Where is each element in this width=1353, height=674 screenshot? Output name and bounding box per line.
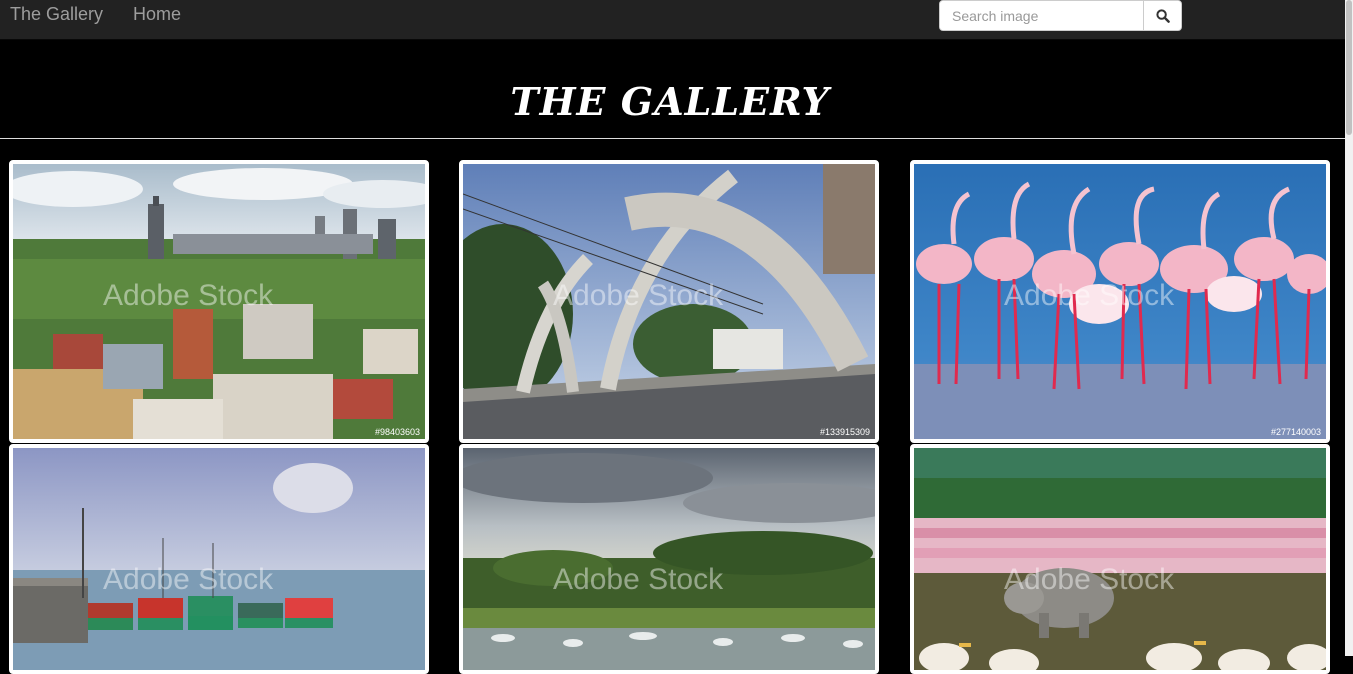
watermark: Adobe Stock bbox=[553, 563, 724, 596]
gallery-card[interactable]: Adobe Stock bbox=[910, 444, 1330, 674]
watermark: Adobe Stock bbox=[103, 563, 274, 596]
navbar: The Gallery Home bbox=[0, 0, 1345, 40]
image-id: #133915309 bbox=[819, 427, 870, 437]
gallery-card[interactable]: Adobe Stock bbox=[459, 444, 879, 674]
watermark: Adobe Stock bbox=[1004, 563, 1175, 596]
scrollbar-thumb[interactable] bbox=[1346, 0, 1352, 135]
page-header: THE GALLERY bbox=[0, 40, 1345, 139]
image-id: #98403603 bbox=[374, 427, 420, 437]
image-id: #277140003 bbox=[1270, 427, 1321, 437]
nav-home-link[interactable]: Home bbox=[133, 3, 181, 25]
tusks-monument-image[interactable]: Adobe Stock #133915309 bbox=[463, 164, 875, 439]
fishing-boats-image[interactable]: Adobe Stock bbox=[13, 448, 425, 670]
search-input[interactable] bbox=[940, 1, 1143, 30]
rhino-image[interactable]: Adobe Stock bbox=[914, 448, 1326, 670]
page-title: THE GALLERY bbox=[510, 79, 830, 124]
gallery-card[interactable]: Adobe Stock #133915309 bbox=[459, 160, 879, 443]
city-skyline-image[interactable]: Adobe Stock #98403603 bbox=[13, 164, 425, 439]
watermark: Adobe Stock bbox=[553, 279, 724, 312]
gallery-card[interactable]: Adobe Stock #277140003 bbox=[910, 160, 1330, 443]
gallery-card[interactable]: Adobe Stock #98403603 bbox=[9, 160, 429, 443]
search-icon bbox=[1155, 8, 1170, 23]
lake-landscape-image[interactable]: Adobe Stock bbox=[463, 448, 875, 670]
flamingos-image[interactable]: Adobe Stock #277140003 bbox=[914, 164, 1326, 439]
search-button[interactable] bbox=[1143, 1, 1181, 30]
watermark: Adobe Stock bbox=[103, 279, 274, 312]
watermark: Adobe Stock bbox=[1004, 279, 1175, 312]
brand-link[interactable]: The Gallery bbox=[10, 3, 103, 25]
page-scrollbar[interactable] bbox=[1345, 0, 1353, 656]
search-form bbox=[939, 0, 1182, 31]
gallery-card[interactable]: Adobe Stock bbox=[9, 444, 429, 674]
